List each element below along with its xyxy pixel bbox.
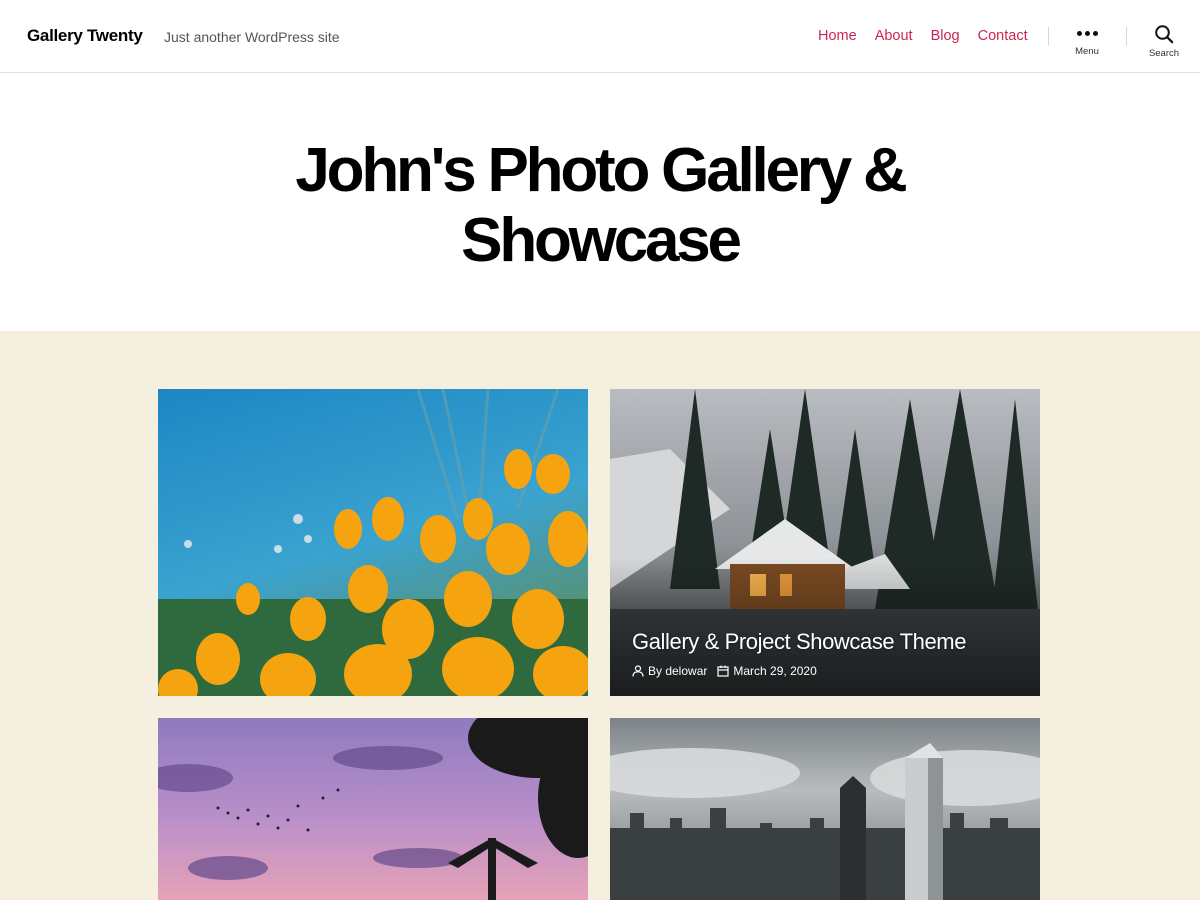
nav-item-about[interactable]: About [875,28,913,44]
nav-divider [1126,27,1127,46]
post-card-cabin[interactable]: Gallery & Project Showcase Theme By delo… [610,389,1040,696]
post-thumbnail-image [610,718,1040,900]
page-title: John's Photo Gallery & Showcase [295,136,907,275]
search-icon [1155,25,1174,44]
post-thumbnail-image [158,389,588,696]
post-date-text: March 29, 2020 [733,664,817,678]
search-toggle-button[interactable]: Search [1134,24,1194,59]
nav-item-contact[interactable]: Contact [978,28,1028,44]
page-hero: John's Photo Gallery & Showcase [0,74,1200,331]
post-meta: By delowar March 29, 2020 [632,664,966,678]
post-date[interactable]: March 29, 2020 [717,664,817,678]
menu-dots-icon [1057,24,1117,42]
post-card-poppies[interactable] [158,389,588,696]
nav-item-home[interactable]: Home [818,28,857,44]
post-caption: Gallery & Project Showcase Theme By delo… [632,629,966,678]
site-header: Gallery Twenty Just another WordPress si… [0,0,1200,73]
post-author[interactable]: By delowar [632,664,707,678]
post-card-city[interactable] [610,718,1040,900]
post-thumbnail-image [158,718,588,900]
primary-nav: Home About Blog Contact [818,28,1028,44]
nav-item-blog[interactable]: Blog [931,28,960,44]
site-description: Just another WordPress site [164,29,340,45]
menu-label: Menu [1075,46,1099,57]
menu-toggle-button[interactable]: Menu [1057,24,1117,57]
search-label: Search [1148,48,1180,59]
post-author-text: By delowar [648,664,708,678]
author-icon [632,665,644,677]
calendar-icon [717,665,729,677]
post-title[interactable]: Gallery & Project Showcase Theme [632,629,966,655]
post-card-sunset[interactable] [158,718,588,900]
gallery-grid: Gallery & Project Showcase Theme By delo… [0,331,1200,900]
site-title[interactable]: Gallery Twenty [27,26,143,46]
nav-divider [1048,27,1049,46]
